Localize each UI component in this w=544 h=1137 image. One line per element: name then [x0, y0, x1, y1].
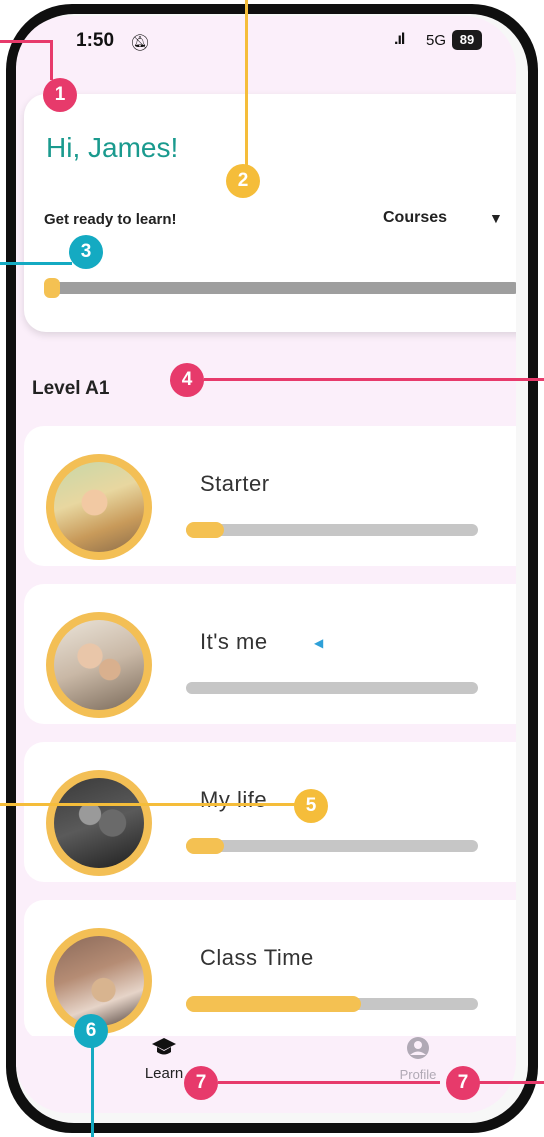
lesson-thumbnail — [46, 454, 152, 560]
lesson-name: My life — [200, 787, 268, 812]
annotation-badge: 7 — [184, 1066, 218, 1100]
courses-dropdown[interactable]: Courses — [383, 209, 447, 227]
status-bar: 1:50 🔕︎ .ıl 5G 89 — [16, 30, 516, 60]
lesson-progress-fill — [186, 522, 224, 538]
chevron-down-icon[interactable]: ▼ — [489, 210, 503, 226]
lesson-progress-bar — [186, 996, 478, 1012]
annotation-badge: 1 — [43, 78, 77, 112]
app-screen: 1:50 🔕︎ .ıl 5G 89 Hi, James! Get ready t… — [16, 16, 516, 1113]
lesson-progress-fill — [186, 838, 224, 854]
network-type: 5G — [426, 32, 447, 49]
lesson-card-starter[interactable]: Starter — [24, 426, 516, 566]
annotation-line — [0, 40, 52, 43]
annotation-badge: 6 — [74, 1014, 108, 1048]
annotation-badge: 3 — [69, 235, 103, 269]
lesson-progress-bar — [186, 682, 478, 694]
annotation-badge: 5 — [294, 789, 328, 823]
annotation-badge: 2 — [226, 164, 260, 198]
lesson-progress-bar — [186, 838, 478, 854]
lesson-thumbnail — [46, 612, 152, 718]
annotation-line — [204, 378, 544, 381]
graduation-cap-icon — [152, 1038, 176, 1055]
annotation-line — [0, 803, 298, 806]
speaker-icon[interactable]: ◀ — [314, 636, 323, 650]
lesson-card-its-me[interactable]: It's me ◀ — [24, 584, 516, 724]
lesson-name: Starter — [200, 471, 270, 496]
overall-progress-bar — [44, 278, 516, 298]
signal-icon: .ıl — [394, 31, 405, 48]
profile-icon — [407, 1037, 429, 1059]
lesson-name: It's me — [200, 629, 268, 654]
subtitle-text: Get ready to learn! — [44, 211, 177, 228]
annotation-line — [0, 262, 72, 265]
bell-off-icon: 🔕︎ — [130, 35, 151, 52]
lesson-name: Class Time — [200, 945, 314, 970]
lesson-image — [54, 462, 144, 552]
lesson-progress-fill — [186, 996, 362, 1012]
lesson-progress-bar — [186, 522, 478, 538]
overall-progress-fill — [44, 278, 60, 298]
level-title: Level A1 — [32, 378, 110, 399]
annotation-line — [245, 0, 248, 168]
annotation-line — [218, 1081, 440, 1084]
annotation-badge: 4 — [170, 363, 204, 397]
annotation-badge: 7 — [446, 1066, 480, 1100]
greeting-card: Hi, James! Get ready to learn! Courses ▼ — [24, 94, 516, 332]
annotation-line — [478, 1081, 544, 1084]
lesson-image — [54, 936, 144, 1026]
greeting-text: Hi, James! — [46, 132, 179, 163]
lesson-card-my-life[interactable]: My life — [24, 742, 516, 882]
status-time: 1:50 — [76, 30, 115, 51]
annotation-line — [50, 40, 53, 80]
lesson-thumbnail — [46, 770, 152, 876]
nav-profile[interactable]: Profile — [378, 1036, 458, 1082]
lesson-image — [54, 620, 144, 710]
battery-icon: 89 — [452, 30, 482, 50]
lesson-image — [54, 778, 144, 868]
